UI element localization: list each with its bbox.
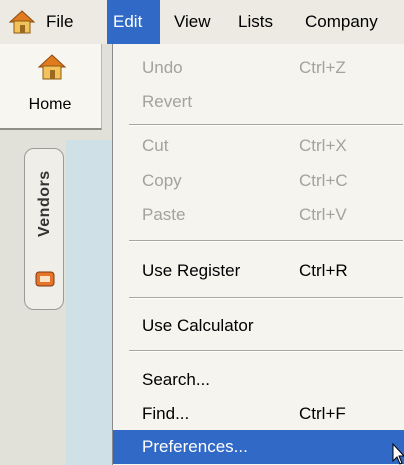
menu-edit[interactable]: Edit xyxy=(107,0,160,44)
menu-item-shortcut: Ctrl+F xyxy=(299,404,346,423)
menu-item-label: Use Register xyxy=(142,261,241,280)
mouse-cursor-icon xyxy=(392,443,404,465)
home-tab[interactable]: Home xyxy=(0,44,102,130)
menu-item-use-register[interactable]: Use Register Ctrl+R xyxy=(113,254,404,288)
menu-item-label: Revert xyxy=(142,92,193,111)
menu-item-label: Preferences... xyxy=(142,437,248,456)
menu-item-copy[interactable]: Copy Ctrl+C xyxy=(113,164,404,198)
menu-item-revert[interactable]: Revert xyxy=(113,85,404,119)
menu-bar: File Edit View Lists Company xyxy=(0,0,404,44)
home-icon[interactable] xyxy=(8,8,36,36)
menu-file[interactable]: File xyxy=(40,0,79,44)
menu-item-cut[interactable]: Cut Ctrl+X xyxy=(113,129,404,163)
menu-item-shortcut: Ctrl+C xyxy=(299,171,348,190)
menu-separator xyxy=(129,297,403,299)
menu-item-label: Paste xyxy=(142,205,186,224)
menu-item-label: Search... xyxy=(142,370,211,389)
open-window-rail xyxy=(66,140,112,465)
vendors-tab[interactable]: Vendors xyxy=(24,148,64,310)
edit-menu-dropdown: Undo Ctrl+Z Revert Cut Ctrl+X Copy Ctrl+… xyxy=(112,44,404,465)
menu-view[interactable]: View xyxy=(168,0,217,44)
menu-separator xyxy=(129,350,403,352)
menu-item-label: Copy xyxy=(142,171,182,190)
menu-separator xyxy=(129,240,403,242)
menu-company[interactable]: Company xyxy=(299,0,384,44)
menu-separator xyxy=(129,124,403,126)
menu-item-label: Undo xyxy=(142,58,183,77)
menu-item-label: Use Calculator xyxy=(142,316,254,335)
home-icon xyxy=(37,54,67,80)
menu-lists[interactable]: Lists xyxy=(232,0,279,44)
menu-item-use-calculator[interactable]: Use Calculator xyxy=(113,309,404,343)
menu-item-shortcut: Ctrl+Z xyxy=(299,58,346,77)
menu-item-preferences[interactable]: Preferences... xyxy=(113,430,404,464)
menu-item-shortcut: Ctrl+V xyxy=(299,205,347,224)
menu-item-paste[interactable]: Paste Ctrl+V xyxy=(113,198,404,232)
menu-item-shortcut: Ctrl+R xyxy=(299,261,348,280)
menu-item-undo[interactable]: Undo Ctrl+Z xyxy=(113,51,404,85)
menu-item-search[interactable]: Search... xyxy=(113,363,404,397)
menu-item-label: Cut xyxy=(142,136,169,155)
menu-item-shortcut: Ctrl+X xyxy=(299,136,347,155)
home-tab-label: Home xyxy=(28,96,72,113)
vendors-icon xyxy=(35,271,55,287)
vendors-tab-label: Vendors xyxy=(36,170,53,238)
menu-item-find[interactable]: Find... Ctrl+F xyxy=(113,397,404,431)
menu-item-label: Find... xyxy=(142,404,190,423)
